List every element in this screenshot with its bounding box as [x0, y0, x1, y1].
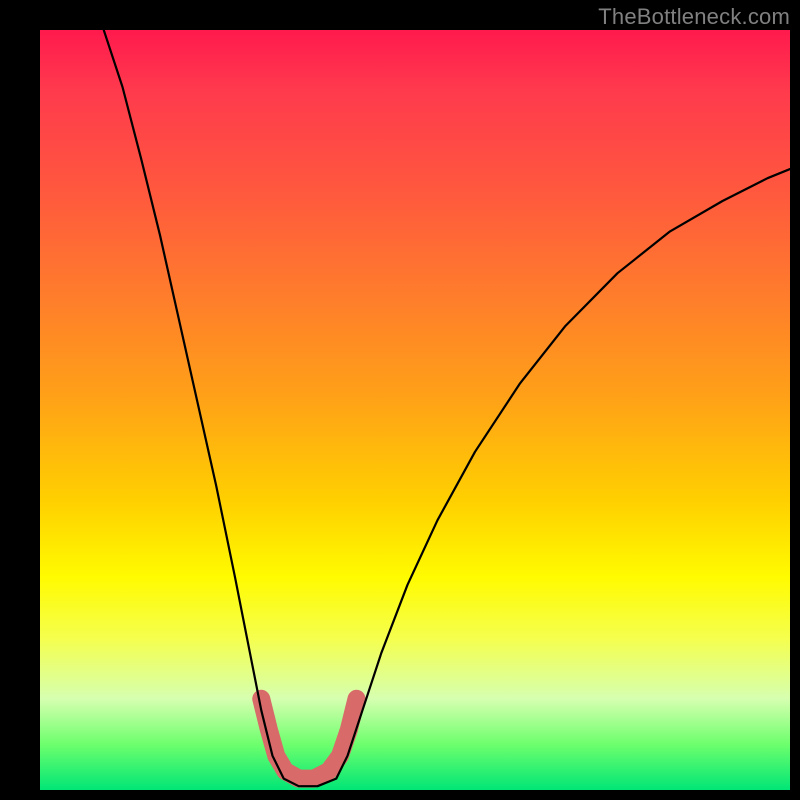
curve-layer: [40, 30, 790, 790]
trough-highlight-path: [261, 699, 356, 779]
watermark-text: TheBottleneck.com: [598, 4, 790, 30]
chart-frame: TheBottleneck.com: [0, 0, 800, 800]
plot-area: [40, 30, 790, 790]
main-curve-path: [104, 30, 790, 786]
